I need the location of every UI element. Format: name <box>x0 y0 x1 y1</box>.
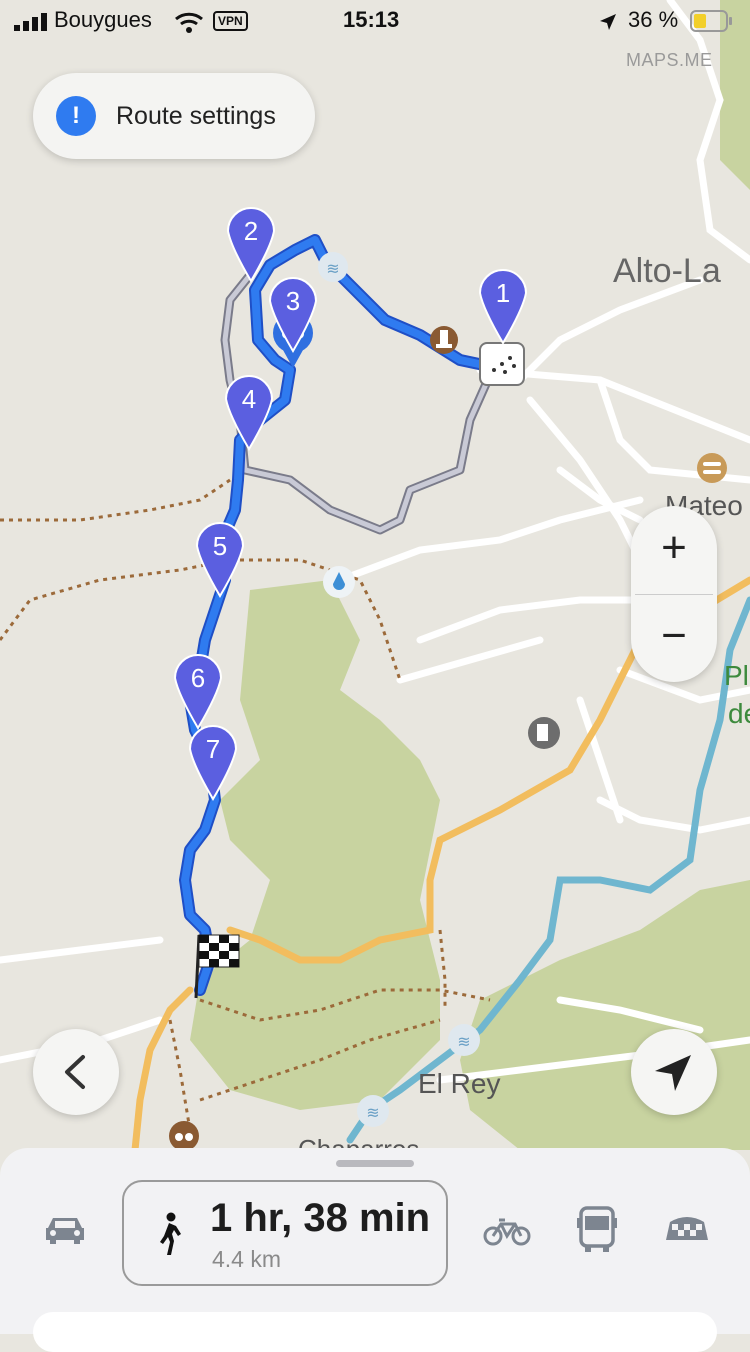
car-icon[interactable] <box>40 1210 90 1250</box>
location-arrow-icon <box>600 14 616 30</box>
start-icon <box>479 342 525 386</box>
waypoint-number: 5 <box>213 531 227 561</box>
eta-time: 1 hr, 38 min <box>210 1196 431 1240</box>
my-location-button[interactable] <box>631 1029 717 1115</box>
route-details-card <box>33 1312 717 1352</box>
place-label: Alto-La <box>613 252 721 290</box>
chevron-left-icon <box>65 1055 85 1089</box>
waypoint-number: 6 <box>191 663 205 693</box>
zoom-out-button[interactable]: − <box>631 594 717 682</box>
spring-icon: ≋ <box>318 252 348 282</box>
carrier-name: Bouygues <box>54 7 152 32</box>
route-distance: 4.4 km <box>212 1246 282 1272</box>
maps-me-watermark: MAPS.ME <box>626 50 713 70</box>
navigation-arrow-icon <box>655 1055 691 1091</box>
park-label: de <box>728 698 750 729</box>
wifi-icon <box>175 12 203 33</box>
zoom-control: + − <box>631 506 717 682</box>
route-settings-label: Route settings <box>116 101 276 130</box>
fuel-icon <box>528 717 560 749</box>
monument-icon <box>430 326 458 354</box>
route-settings-button[interactable]: ! Route settings <box>33 73 315 159</box>
svg-text:≋: ≋ <box>366 1103 379 1122</box>
walk-icon <box>160 1212 181 1255</box>
vpn-badge: VPN <box>213 11 248 31</box>
battery-icon <box>690 10 732 32</box>
taxi-icon[interactable] <box>662 1210 712 1250</box>
sheet-handle[interactable] <box>336 1160 414 1167</box>
clock: 15:13 <box>343 7 400 32</box>
spring-icon: ≋ <box>448 1024 480 1056</box>
waypoint-number: 1 <box>496 278 510 308</box>
bus-icon[interactable] <box>576 1204 618 1254</box>
walk-mode-selected[interactable]: 1 hr, 38 min 4.4 km <box>122 1180 448 1286</box>
exclamation-icon: ! <box>56 96 96 136</box>
battery-percent: 36 % <box>628 7 679 32</box>
waypoint-number: 7 <box>206 734 220 764</box>
place-label: El Rey <box>418 1068 501 1099</box>
bike-icon[interactable] <box>483 1210 531 1250</box>
waypoint-number: 3 <box>286 286 300 316</box>
route-bottom-sheet: 1 hr, 38 min 4.4 km <box>0 1148 750 1352</box>
zoom-in-button[interactable]: + <box>631 506 717 594</box>
svg-text:≋: ≋ <box>457 1032 470 1051</box>
viewpoint-icon <box>169 1121 199 1151</box>
spring-icon: ≋ <box>357 1095 389 1127</box>
back-button[interactable] <box>33 1029 119 1115</box>
water-icon <box>323 566 355 598</box>
waypoint-number: 4 <box>242 384 256 414</box>
waypoint-number: 2 <box>244 216 258 246</box>
status-bar: Bouygues VPN 15:13 36 % <box>0 0 750 44</box>
signal-icon <box>14 13 47 31</box>
svg-text:≋: ≋ <box>326 259 339 278</box>
park-label: Pl <box>724 660 749 691</box>
burger-icon <box>697 453 727 483</box>
